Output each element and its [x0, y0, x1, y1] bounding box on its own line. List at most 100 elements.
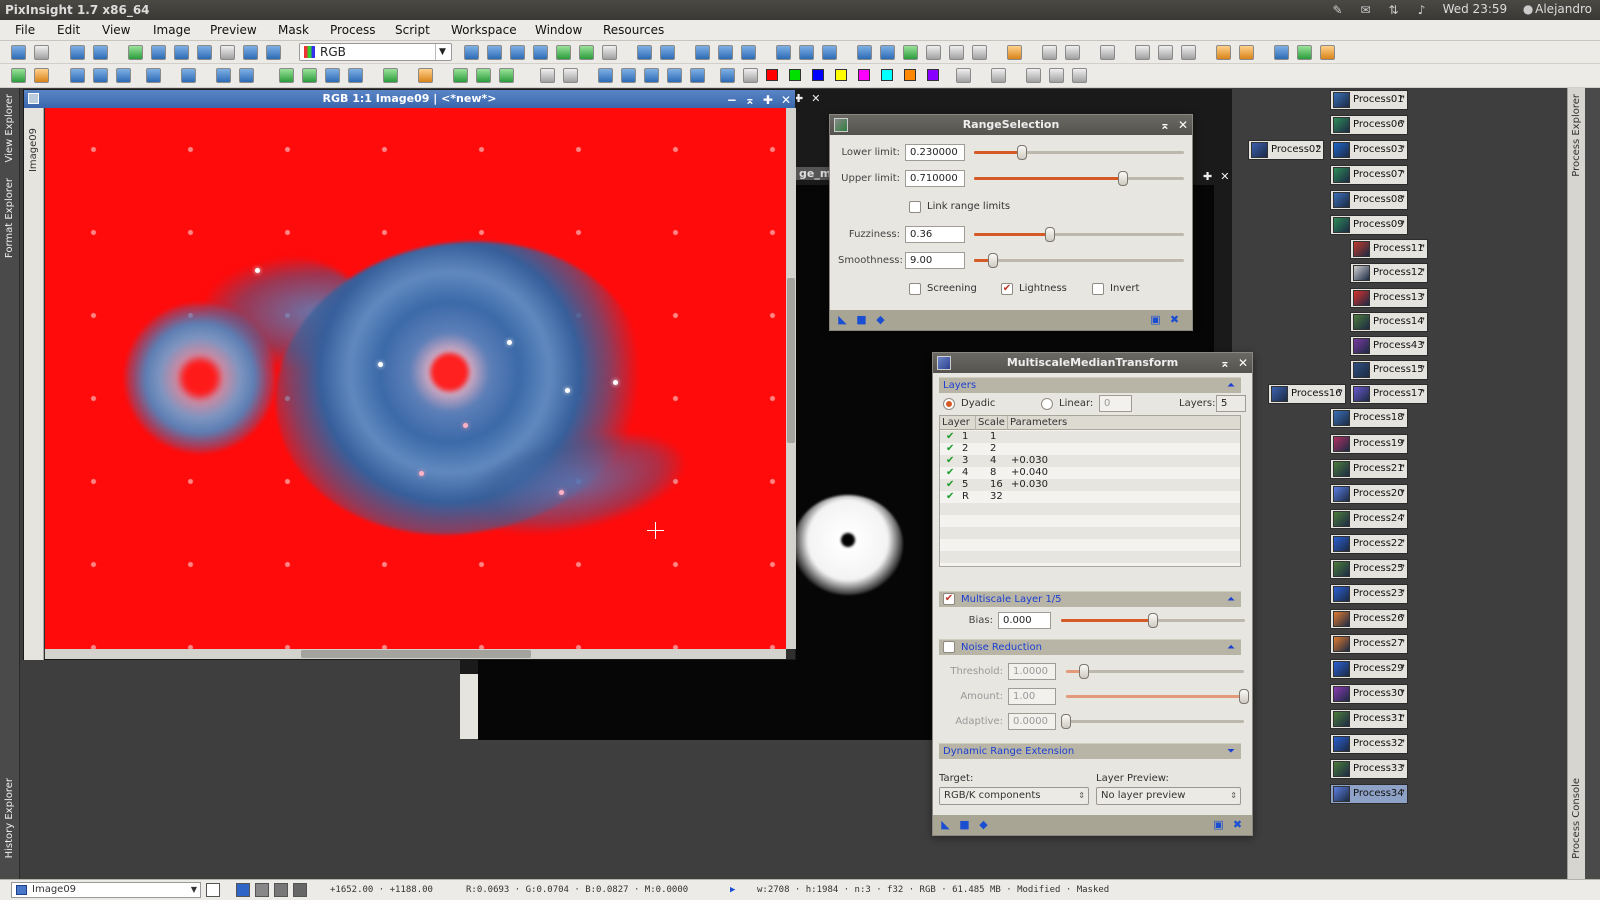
- lrgb-icon[interactable]: [476, 68, 491, 83]
- table-row[interactable]: ✔ 5 16 +0.030: [940, 479, 1240, 491]
- slider-handle[interactable]: [1118, 171, 1129, 186]
- window-tile-icon[interactable]: [857, 45, 872, 60]
- dyadic-radio[interactable]: [943, 398, 955, 410]
- zoom-in-icon[interactable]: [637, 45, 652, 60]
- icon-hide-icon[interactable]: [1158, 45, 1173, 60]
- new-view-icon[interactable]: [206, 883, 220, 897]
- color-space-select[interactable]: RGB ▼: [299, 43, 452, 61]
- play-icon[interactable]: ▶: [730, 885, 735, 895]
- process-icon-process16[interactable]: Process16 ❞: [1268, 384, 1346, 404]
- process-icon-process33[interactable]: Process33 ❞: [1330, 759, 1408, 779]
- process-icon-process31[interactable]: Process31 ❞: [1330, 709, 1408, 729]
- user-menu[interactable]: ● Alejandro: [1521, 2, 1592, 16]
- lower-limit-field[interactable]: 0.230000: [905, 144, 965, 161]
- color-picker-icon[interactable]: [720, 68, 735, 83]
- zoom-window-icon[interactable]: [822, 45, 837, 60]
- slider-handle[interactable]: [1078, 664, 1089, 679]
- noise-reduction-checkbox[interactable]: [943, 641, 955, 653]
- histogram-icon[interactable]: [1239, 45, 1254, 60]
- display-g-icon[interactable]: [274, 883, 288, 897]
- layers-count-spin[interactable]: 5: [1216, 395, 1246, 412]
- zoom-in-mode-icon[interactable]: [510, 45, 525, 60]
- process-icon-process34[interactable]: Process34 ❞: [1330, 784, 1408, 804]
- window-close-icon[interactable]: [949, 45, 964, 60]
- col-scale-header[interactable]: Scale: [976, 416, 1008, 430]
- process-icon-process12[interactable]: Process12 ❞: [1350, 263, 1428, 283]
- swatch-magenta-icon[interactable]: [858, 69, 870, 81]
- channel-extract-icon[interactable]: [418, 68, 433, 83]
- process-icon-process08[interactable]: Process08 ❞: [1330, 190, 1408, 210]
- workspace-scrollbar[interactable]: [1585, 88, 1600, 879]
- mmt-dialog[interactable]: MultiscaleMedianTransform ⌅ ✕ Layers ⏶ Dy…: [932, 352, 1253, 836]
- process-icon-process20[interactable]: Process20 ❞: [1330, 484, 1408, 504]
- threshold-slider[interactable]: [1066, 664, 1244, 679]
- edit-preview-icon[interactable]: [579, 45, 594, 60]
- process-icon-process06[interactable]: Process06 ❞: [1330, 115, 1408, 135]
- smoothness-slider[interactable]: [974, 253, 1184, 268]
- layer-enabled-check[interactable]: ✔: [946, 443, 954, 455]
- statistics-icon[interactable]: [1216, 45, 1231, 60]
- layers-table[interactable]: Layer Scale Parameters ✔ 1 1 ✔ 2 2 ✔ 3 4 +0.030 ✔ 4…: [939, 415, 1241, 567]
- slider-handle[interactable]: [1061, 714, 1071, 729]
- process-icon-process24[interactable]: Process24 ❞: [1330, 509, 1408, 529]
- table-row[interactable]: ✔ 4 8 +0.040: [940, 467, 1240, 479]
- process-icon-process30[interactable]: Process30 ❞: [1330, 684, 1408, 704]
- process-icon-process09[interactable]: Process09 ❞: [1330, 215, 1408, 235]
- window-cascade-icon[interactable]: [880, 45, 895, 60]
- multiscale-layer-section-header[interactable]: ✔ Multiscale Layer 1/5 ⏶: [939, 591, 1241, 607]
- new-image-icon[interactable]: [70, 45, 85, 60]
- split-icon[interactable]: [499, 68, 514, 83]
- flip-h-icon[interactable]: [667, 68, 682, 83]
- swatch-blue-icon[interactable]: [812, 69, 824, 81]
- menu-resources[interactable]: Resources: [603, 23, 664, 37]
- close-icon[interactable]: ✕: [781, 91, 791, 109]
- layer-enabled-check[interactable]: ✔: [946, 479, 954, 491]
- mask-show-icon[interactable]: [93, 68, 108, 83]
- layer-merge-icon[interactable]: [1072, 68, 1087, 83]
- menu-process[interactable]: Process: [330, 23, 376, 37]
- mask-enable-icon[interactable]: [70, 68, 85, 83]
- process-console-icon[interactable]: [1297, 45, 1312, 60]
- scroll-thumb[interactable]: [787, 278, 795, 443]
- display-rgb-icon[interactable]: [236, 883, 250, 897]
- swatch-red-icon[interactable]: [766, 69, 778, 81]
- reset-icon[interactable]: ✖: [1168, 313, 1181, 326]
- menu-view[interactable]: View: [102, 23, 130, 37]
- apply-global-icon[interactable]: ■: [855, 313, 868, 326]
- readout-mode-icon[interactable]: [464, 45, 479, 60]
- mail-icon[interactable]: ✉: [1359, 3, 1373, 17]
- fuzziness-slider[interactable]: [974, 227, 1184, 242]
- process-icon-process07[interactable]: Process07 ❞: [1330, 165, 1408, 185]
- process-icon-process32[interactable]: Process32 ❞: [1330, 734, 1408, 754]
- col-layer-header[interactable]: Layer: [940, 416, 976, 430]
- zoom-2-1-icon[interactable]: [741, 45, 756, 60]
- image-window-titlebar[interactable]: RGB 1:1 Image09 | <*new*> − ⌅ ✚ ✕: [24, 90, 795, 108]
- upper-limit-field[interactable]: 0.710000: [905, 170, 965, 187]
- display-b-icon[interactable]: [293, 883, 307, 897]
- layer-preview-select[interactable]: No layer preview ⇕: [1096, 787, 1241, 805]
- image-canvas[interactable]: [45, 108, 786, 649]
- table-row[interactable]: ✔ R 32: [940, 491, 1240, 503]
- amount-field[interactable]: 1.00: [1008, 688, 1056, 705]
- shade-icon[interactable]: ⌅: [1160, 115, 1170, 135]
- tab-history-explorer[interactable]: History Explorer: [4, 778, 15, 858]
- process-icon-process14[interactable]: Process14 ❞: [1350, 312, 1428, 332]
- window-hide-icon[interactable]: [972, 45, 987, 60]
- slider-handle[interactable]: [1044, 227, 1055, 242]
- edit-icon[interactable]: ✎: [1331, 3, 1345, 17]
- workspace-prev-icon[interactable]: [1042, 45, 1057, 60]
- layer-enabled-check[interactable]: ✔: [946, 431, 954, 443]
- process-icon-process19[interactable]: Process19 ❞: [1330, 434, 1408, 454]
- pan-mode-icon[interactable]: [487, 45, 502, 60]
- mmt-titlebar[interactable]: MultiscaleMedianTransform ⌅ ✕: [933, 353, 1252, 373]
- tab-process-explorer[interactable]: Process Explorer: [1571, 94, 1582, 177]
- linear-radio[interactable]: [1041, 398, 1053, 410]
- zoom-1-1-icon[interactable]: [695, 45, 710, 60]
- browse-doc-icon[interactable]: ▣: [1212, 818, 1225, 831]
- process-icon-process27[interactable]: Process27 ❞: [1330, 634, 1408, 654]
- linear-spin[interactable]: 0: [1099, 395, 1132, 412]
- script-editor-icon[interactable]: [1274, 45, 1289, 60]
- lightness-checkbox[interactable]: ✔: [1001, 283, 1013, 295]
- flip-v-icon[interactable]: [690, 68, 705, 83]
- save-icon[interactable]: [151, 45, 166, 60]
